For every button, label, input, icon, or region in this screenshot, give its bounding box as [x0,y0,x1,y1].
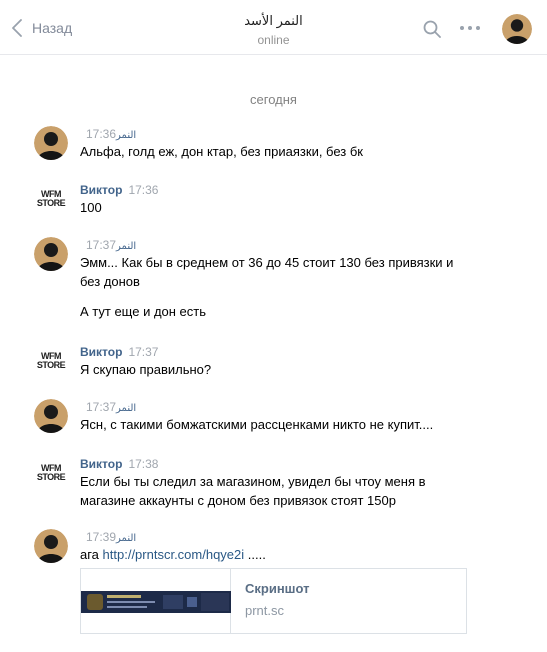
back-button[interactable]: Назад [12,18,72,38]
person-silhouette-icon [34,529,68,563]
avatar[interactable] [34,529,68,563]
avatar[interactable]: WFM STORE [34,182,68,216]
message-time: 17:38 [128,457,159,471]
message-meta: Виктор 17:36 [80,182,158,198]
author-name[interactable]: النمر [116,130,136,141]
store-logo-line: STORE [36,198,66,208]
message-text: без донов [80,274,140,289]
date-separator: сегодня [250,92,297,107]
message-time: 17:37 [86,400,117,414]
message-time: 17:37 [128,345,159,359]
link-preview-domain: prnt.sc [245,603,285,618]
store-logo: WFM STORE [34,346,68,376]
search-button[interactable] [423,20,441,43]
screenshot-thumbnail-image [81,591,231,613]
message-text: магазине аккаунты с доном без привязок с… [80,493,396,508]
message-link[interactable]: http://prntscr.com/hqye2i [103,547,245,562]
author-name[interactable]: Виктор [80,457,122,471]
message-time: 17:36 [128,183,159,197]
chevron-left-icon [12,19,22,37]
avatar[interactable] [34,399,68,433]
message-text: Если бы ты следил за магазином, увидел б… [80,474,426,489]
message-meta: Виктор 17:38 [80,456,158,472]
avatar[interactable]: WFM STORE [34,456,68,490]
search-icon [423,20,441,38]
person-silhouette-icon [502,14,532,44]
store-logo: WFM STORE [34,458,68,488]
chat-status: online [257,33,290,47]
header-avatar[interactable] [502,14,532,44]
person-silhouette-icon [34,126,68,160]
person-silhouette-icon [34,237,68,271]
message-text: Ясн, с такими бомжатскими рассценками ни… [80,417,434,432]
message-meta: Виктор 17:37 [80,344,158,360]
message-text: Я скупаю правильно? [80,362,212,377]
avatar[interactable]: WFM STORE [34,344,68,378]
message-text: 100 [80,200,102,215]
back-label: Назад [32,20,73,36]
dot-icon [460,26,464,30]
message-text-prefix: ага [80,547,103,562]
avatar[interactable] [34,126,68,160]
chat-header: Назад النمر الأسد online [0,0,547,55]
author-name[interactable]: النمر [116,533,136,544]
message-text: Эмм... Как бы в среднем от 36 до 45 стои… [80,255,454,270]
message-text: ага http://prntscr.com/hqye2i ..... [80,545,266,564]
more-options-button[interactable] [460,26,480,30]
dot-icon [476,26,480,30]
link-preview-thumbnail [81,569,231,633]
author-name[interactable]: Виктор [80,183,122,197]
link-preview-title: Скриншот [245,581,310,596]
message-text-suffix: ..... [244,547,266,562]
store-logo: WFM STORE [34,184,68,214]
author-name[interactable]: Виктор [80,345,122,359]
author-name[interactable]: النمر [116,403,136,414]
dot-icon [468,26,472,30]
message-text: А тут еще и дон есть [80,304,207,319]
message-text: Альфа, голд еж, дон ктар, без приаязки, … [80,144,363,159]
author-name[interactable]: النمر [116,241,136,252]
link-preview-card[interactable]: Скриншот prnt.sc [80,568,467,634]
message-time: 17:36 [86,127,117,141]
chat-title-block: النمر الأسد online [0,12,547,48]
store-logo-line: STORE [36,360,66,370]
message-time: 17:39 [86,530,117,544]
store-logo-line: STORE [36,472,66,482]
avatar[interactable] [34,237,68,271]
message-time: 17:37 [86,238,117,252]
person-silhouette-icon [34,399,68,433]
